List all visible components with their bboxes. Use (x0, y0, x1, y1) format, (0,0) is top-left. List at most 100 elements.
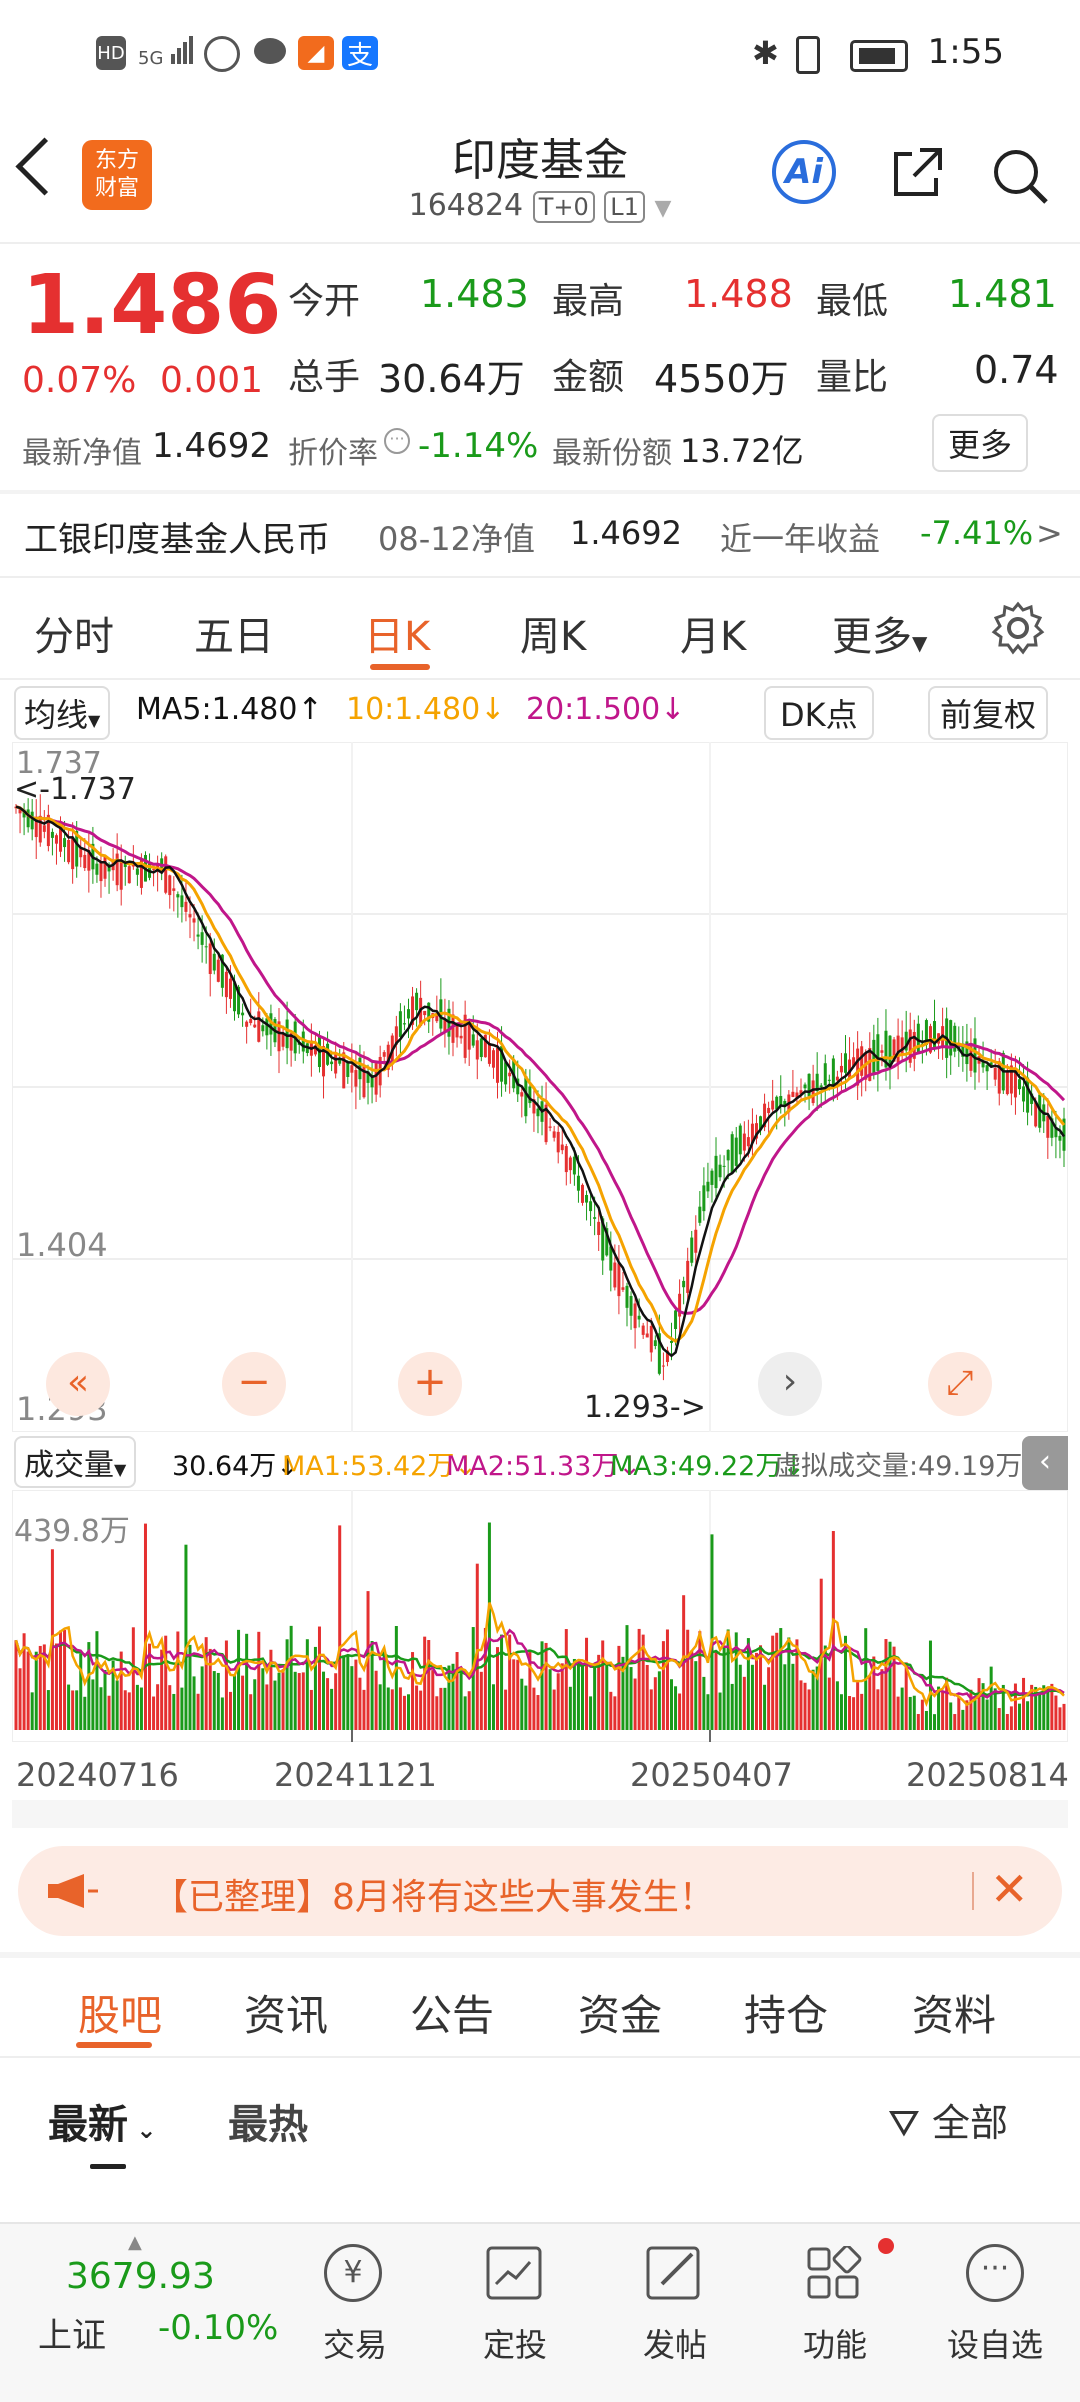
volume-bar-item (880, 1669, 884, 1730)
volume-chart: 439.8万 (11, 1489, 1069, 1743)
volume-bar-item (228, 1691, 232, 1730)
info-icon[interactable]: ··· (384, 428, 410, 454)
current-price: 1.486 (22, 258, 282, 353)
tab-weekly-k[interactable]: 周K (520, 604, 586, 662)
tab-fenshi[interactable]: 分时 (34, 604, 114, 662)
dk-button[interactable]: DK点 (764, 686, 874, 740)
volume-bar-item (26, 1651, 30, 1730)
dropdown-icon[interactable]: ▼ (654, 196, 671, 221)
volume-bar-item (500, 1634, 504, 1730)
volume-bar-item (568, 1686, 572, 1730)
tab-guba[interactable]: 股吧 (78, 1982, 162, 2043)
volume-bar-item (1017, 1703, 1021, 1730)
fullscreen-icon[interactable]: ⤢ (928, 1352, 992, 1416)
candle-body (653, 1340, 657, 1347)
volume-bar-item (1062, 1703, 1066, 1730)
candle-body (690, 1237, 694, 1263)
nav-functions[interactable]: 功能 (760, 2234, 910, 2384)
volume-bar-item (807, 1689, 811, 1730)
nav-trade-label: 交易 (322, 2326, 387, 2364)
more-button[interactable]: 更多 (932, 414, 1029, 472)
ratio-value: 0.74 (974, 348, 1059, 392)
volume-bar-item (933, 1714, 937, 1730)
battery-icon (850, 40, 908, 72)
news-banner[interactable]: 【已整理】8月将有这些大事发生！ ✕ (18, 1846, 1062, 1936)
volume-bar-item (273, 1680, 277, 1730)
candle-body (398, 1011, 402, 1037)
candle-body (257, 1011, 261, 1042)
nav-watchlist[interactable]: ··· 设自选 (920, 2234, 1070, 2384)
volume-bar-item (1058, 1707, 1062, 1730)
tab-monthly-k[interactable]: 月K (680, 604, 746, 662)
volume-selector[interactable]: 成交量▼ (14, 1436, 137, 1488)
app-icon: ◢ (298, 36, 334, 70)
close-icon[interactable]: ✕ (990, 1862, 1029, 1916)
candle-body (548, 1126, 552, 1128)
tab-announcements[interactable]: 公告 (410, 1982, 494, 2043)
share-icon[interactable] (890, 146, 944, 200)
index-change: -0.10% (158, 2308, 279, 2348)
volume-bar-item (208, 1648, 212, 1730)
tab-profile[interactable]: 资料 (912, 1982, 996, 2043)
candle-body (831, 1058, 835, 1085)
volume-bar-item (589, 1696, 593, 1730)
filter-button[interactable]: ⛛ 全部 (888, 2092, 1008, 2147)
nav-post[interactable]: 发帖 (600, 2234, 750, 2384)
volume-bar-item (738, 1664, 742, 1730)
candle-body (50, 831, 54, 838)
zoom-out-button[interactable]: − (222, 1352, 286, 1416)
volume-bar-item (293, 1671, 297, 1730)
tab-more[interactable]: 更多▼ (832, 604, 927, 662)
volume-bar-item (730, 1683, 734, 1730)
date-label: 20241121 (274, 1756, 437, 1794)
volume-bar-item (1046, 1687, 1050, 1730)
scroll-right-button[interactable]: › (758, 1352, 822, 1416)
volume-bar-item (467, 1691, 471, 1730)
nav-sip[interactable]: 定投 (440, 2234, 590, 2384)
volume-bar-item (107, 1695, 111, 1730)
nav-functions-label: 功能 (802, 2326, 867, 2364)
volume-bar-item (941, 1691, 945, 1730)
nav-trade[interactable]: ¥ 交易 (280, 2234, 430, 2384)
open-label: 今开 (288, 281, 361, 322)
ma-selector[interactable]: 均线▼ (14, 686, 111, 740)
sort-hot[interactable]: 最热 (228, 2092, 308, 2150)
zoom-in-button[interactable]: + (398, 1352, 462, 1416)
tab-5day[interactable]: 五日 (194, 604, 274, 662)
candle-body (633, 1303, 637, 1329)
volume-bar-item (338, 1525, 342, 1730)
volume-bar-item (386, 1687, 390, 1730)
kline-chart[interactable]: 1.737 <-1.737 1.404 1.293 1.293-> « − + … (11, 741, 1069, 1433)
fund-info-row[interactable]: 工银印度基金人民币 08-12净值 1.4692 近一年收益 -7.41% > (0, 508, 1080, 564)
volume-bar-item (856, 1682, 860, 1730)
index-widget[interactable]: ▲ 3679.93 上证 -0.10% (0, 2224, 280, 2402)
volume-bar-item (411, 1652, 415, 1730)
volume-bar-item (649, 1689, 653, 1730)
volume-bar-item (152, 1696, 156, 1730)
tab-news[interactable]: 资讯 (244, 1982, 328, 2043)
candle-body (192, 918, 196, 923)
caret-down-icon: ▼ (114, 1460, 127, 1479)
divider (0, 490, 1080, 494)
tab-daily-k[interactable]: 日K (364, 604, 430, 662)
collapse-panel-button[interactable]: ‹ (1022, 1436, 1068, 1490)
ai-button[interactable]: Ai (772, 140, 836, 204)
search-icon[interactable] (990, 146, 1050, 206)
tab-holdings[interactable]: 持仓 (744, 1982, 828, 2043)
volume-bar-item (200, 1666, 204, 1730)
volume-bar-item (560, 1663, 564, 1730)
scroll-left-button[interactable]: « (46, 1352, 110, 1416)
tab-funds[interactable]: 资金 (578, 1982, 662, 2043)
sort-latest[interactable]: 最新 ⌄ (48, 2092, 156, 2150)
candle-body (95, 863, 99, 875)
volume-value: 30.64万 (378, 357, 525, 401)
gear-icon[interactable] (990, 600, 1046, 656)
index-name: 上证 (38, 2316, 106, 2356)
volume-bar-item (71, 1690, 75, 1730)
volume-bar-item (459, 1673, 463, 1730)
fund-full-name: 工银印度基金人民币 (24, 520, 330, 560)
more-dots-icon: ··· (966, 2244, 1024, 2302)
candle-body (99, 862, 103, 882)
fuquan-button[interactable]: 前复权 (928, 686, 1049, 740)
candle-body (714, 1155, 718, 1189)
